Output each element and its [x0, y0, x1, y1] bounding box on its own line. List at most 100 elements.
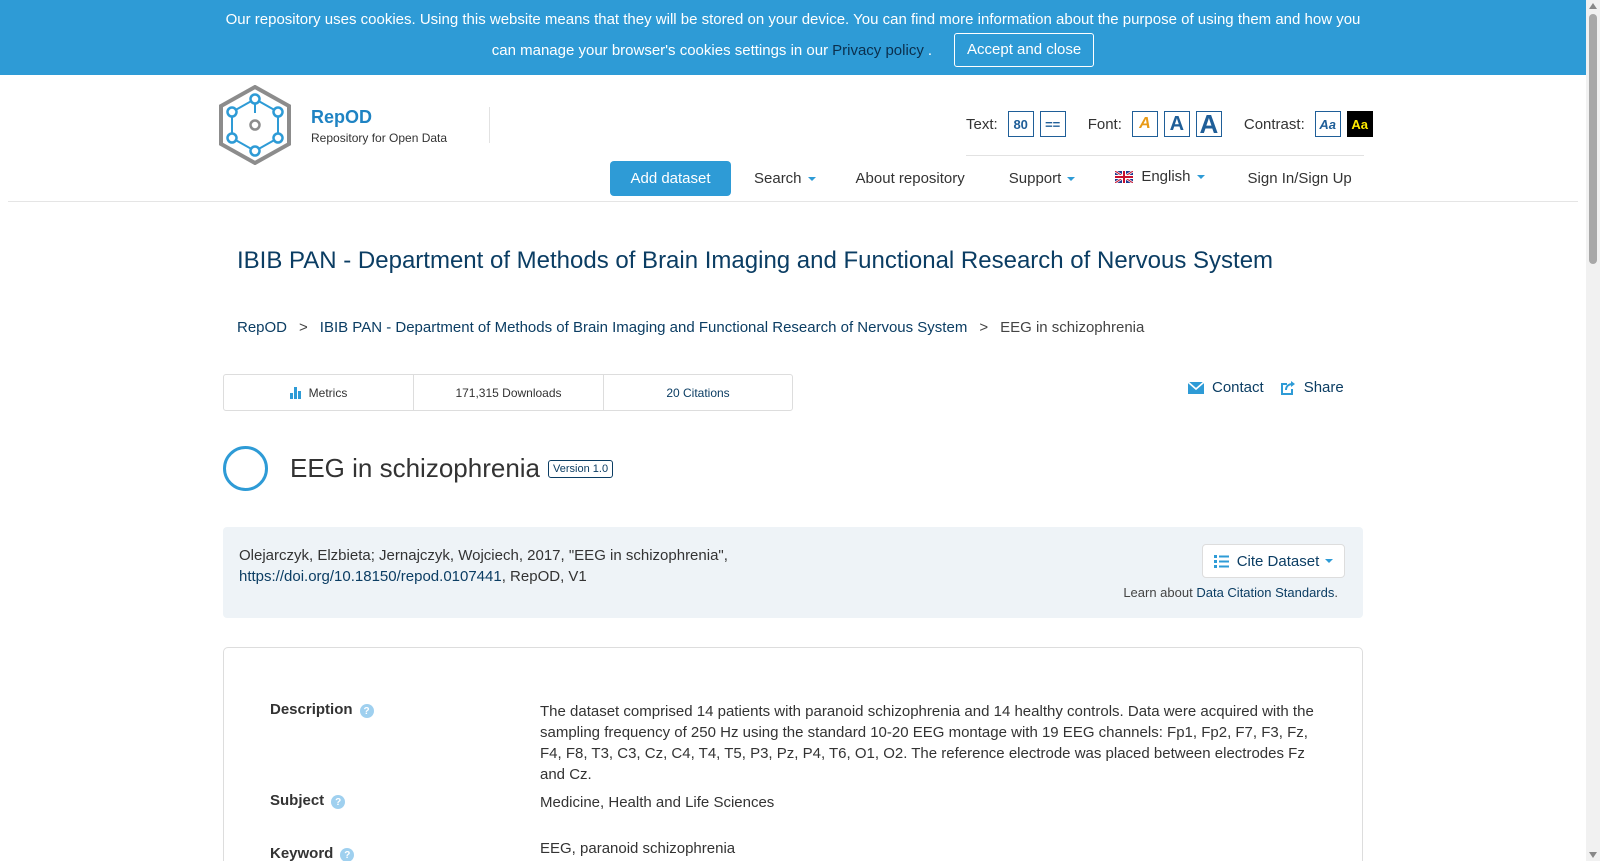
nav-sign-in-label: Sign In/Sign Up: [1247, 170, 1352, 187]
learn-end: .: [1334, 585, 1338, 600]
field-label: Keyword ?: [270, 838, 540, 861]
nav-about-label: About repository: [855, 170, 965, 187]
citation-text-block: Olejarczyk, Elzbieta; Jernajczyk, Wojcie…: [239, 545, 728, 587]
chevron-down-icon: [1196, 174, 1205, 179]
toolbar-divider: [966, 155, 1364, 156]
share-icon: [1280, 380, 1295, 395]
envelope-icon: [1188, 380, 1204, 394]
chevron-down-icon: [1325, 559, 1334, 563]
font-label: Font:: [1087, 115, 1122, 133]
page-title: IBIB PAN - Department of Methods of Brai…: [237, 247, 1274, 274]
share-label: Share: [1303, 379, 1344, 396]
list-icon: [1213, 554, 1229, 568]
nav-support[interactable]: Support: [1009, 170, 1076, 187]
header-divider: [489, 107, 490, 143]
breadcrumb-separator: >: [299, 319, 308, 336]
brand-block[interactable]: RepOD Repository for Open Data: [311, 107, 447, 145]
citation-text: Olejarczyk, Elzbieta; Jernajczyk, Wojcie…: [239, 547, 728, 564]
scroll-up-arrow-icon[interactable]: [1589, 3, 1597, 9]
dataset-thumbnail-icon: [223, 446, 268, 491]
metadata-panel: Description ? The dataset comprised 14 p…: [223, 647, 1363, 861]
cookie-banner: Our repository uses cookies. Using this …: [0, 0, 1586, 75]
doi-link[interactable]: https://doi.org/10.18150/repod.0107441: [239, 568, 502, 585]
learn-about-text: Learn about: [1123, 585, 1193, 600]
nav-language-label: English: [1141, 168, 1191, 185]
citation-tail: , RepOD, V1: [501, 568, 587, 585]
citation-box: Olejarczyk, Elzbieta; Jernajczyk, Wojcie…: [223, 527, 1363, 618]
breadcrumb: RepOD > IBIB PAN - Department of Methods…: [237, 319, 1144, 336]
cookie-text-line1: Our repository uses cookies. Using this …: [225, 11, 1361, 28]
repod-logo[interactable]: [218, 84, 292, 168]
share-button[interactable]: Share: [1280, 379, 1344, 396]
nav-support-label: Support: [1008, 170, 1062, 187]
help-icon[interactable]: ?: [331, 795, 346, 809]
brand-name: RepOD: [311, 107, 373, 127]
cookie-text-line2: can manage your browser's cookies settin…: [491, 41, 829, 59]
description-value: The dataset comprised 14 patients with p…: [540, 703, 1314, 783]
metrics-bar: Metrics 171,315 Downloads 20 Citations: [223, 374, 793, 411]
text-size-label: Text:: [966, 115, 998, 133]
metrics-label: Metrics: [308, 385, 348, 400]
cite-dataset-label: Cite Dataset: [1236, 552, 1320, 570]
nav-language[interactable]: English: [1115, 168, 1205, 185]
help-icon[interactable]: ?: [340, 848, 355, 861]
accept-cookies-button[interactable]: Accept and close: [954, 33, 1095, 67]
subject-value: Medicine, Health and Life Sciences: [540, 794, 775, 811]
font-medium-button[interactable]: A: [1163, 111, 1190, 137]
text-spacing-button[interactable]: ==: [1039, 111, 1066, 137]
cookie-text-line2-row: can manage your browser's cookies settin…: [492, 33, 1095, 67]
chevron-down-icon: [807, 176, 816, 181]
contrast-normal-button[interactable]: Aa: [1314, 111, 1341, 137]
breadcrumb-current: EEG in schizophrenia: [1000, 319, 1145, 336]
font-small-button[interactable]: A: [1131, 111, 1158, 137]
hexagon-logo-icon: [219, 84, 291, 166]
main-navigation: Add dataset Search About repository Supp…: [610, 161, 1352, 196]
description-label: Description: [270, 701, 353, 718]
nav-search[interactable]: Search: [754, 170, 816, 187]
contrast-label: Contrast:: [1243, 115, 1305, 133]
font-large-button[interactable]: A: [1195, 109, 1222, 139]
scroll-down-arrow-icon[interactable]: [1589, 852, 1597, 858]
downloads-count: 171,315 Downloads: [414, 375, 604, 410]
contact-label: Contact: [1212, 379, 1264, 396]
field-description: Description ? The dataset comprised 14 p…: [270, 701, 1320, 785]
help-icon[interactable]: ?: [359, 704, 374, 718]
accessibility-toolbar: Text: 80 == Font: A A A Contrast: Aa Aa: [966, 109, 1379, 139]
field-label: Description ?: [270, 701, 540, 785]
cite-dataset-button[interactable]: Cite Dataset: [1202, 544, 1345, 578]
nav-search-label: Search: [754, 170, 802, 187]
field-subject: Subject ? Medicine, Health and Life Scie…: [270, 792, 1320, 813]
version-badge: Version 1.0: [548, 459, 614, 478]
keyword-label: Keyword: [270, 845, 334, 861]
uk-flag-icon: [1115, 170, 1134, 183]
data-citation-standards-link[interactable]: Data Citation Standards: [1196, 585, 1334, 600]
citation-standards-note: Learn about Data Citation Standards.: [1123, 585, 1338, 600]
citations-link[interactable]: 20 Citations: [604, 375, 792, 410]
page-scrollbar[interactable]: [1586, 0, 1600, 861]
site-header: RepOD Repository for Open Data Text: 80 …: [8, 75, 1578, 202]
contrast-high-button[interactable]: Aa: [1346, 111, 1373, 137]
dataset-title: EEG in schizophrenia: [290, 453, 541, 483]
scrollbar-thumb[interactable]: [1589, 14, 1597, 264]
breadcrumb-repod[interactable]: RepOD: [237, 319, 287, 336]
citation-line2: https://doi.org/10.18150/repod.0107441, …: [239, 566, 728, 587]
breadcrumb-separator: >: [979, 319, 989, 336]
chevron-down-icon: [1067, 176, 1076, 181]
add-dataset-button[interactable]: Add dataset: [610, 161, 731, 196]
keyword-value: EEG, paranoid schizophrenia: [540, 840, 736, 857]
text-size-button[interactable]: 80: [1007, 111, 1034, 137]
field-label: Subject ?: [270, 792, 540, 813]
contact-button[interactable]: Contact: [1188, 379, 1264, 396]
breadcrumb-dataverse[interactable]: IBIB PAN - Department of Methods of Brai…: [320, 319, 968, 336]
nav-about[interactable]: About repository: [856, 170, 965, 187]
privacy-policy-link[interactable]: Privacy policy: [832, 37, 924, 64]
field-keyword: Keyword ? EEG, paranoid schizophrenia: [270, 838, 1320, 861]
subject-label: Subject: [270, 792, 325, 809]
bar-chart-icon: [289, 386, 301, 399]
nav-sign-in[interactable]: Sign In/Sign Up: [1248, 170, 1352, 187]
brand-subtitle: Repository for Open Data: [311, 131, 448, 145]
cookie-text-end: .: [927, 41, 932, 59]
dataset-actions: Contact Share: [1188, 379, 1344, 396]
dataset-header: EEG in schizophrenia Version 1.0: [223, 446, 614, 491]
metrics-tab[interactable]: Metrics: [224, 375, 414, 410]
